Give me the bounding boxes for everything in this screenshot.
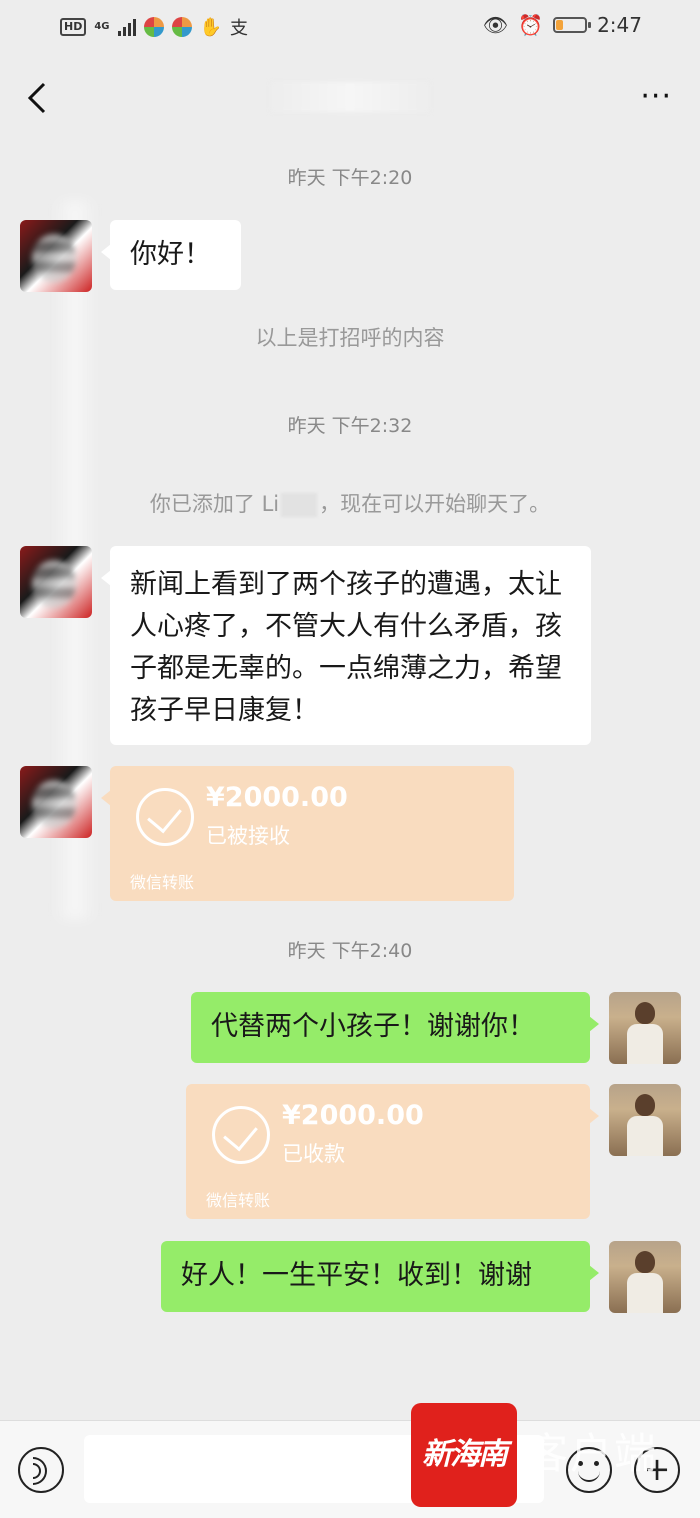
- hd-badge: HD: [60, 18, 87, 36]
- more-options-button[interactable]: ···: [640, 82, 672, 112]
- avatar-sender[interactable]: [20, 546, 92, 618]
- check-circle-icon: [136, 788, 194, 846]
- transfer-card-self[interactable]: ¥2000.00 已收款 微信转账: [186, 1084, 599, 1219]
- avatar-self[interactable]: [609, 992, 681, 1064]
- alarm-icon: ⏰: [518, 13, 544, 37]
- transfer-status: 已被接收: [206, 824, 290, 848]
- battery-fill: [556, 20, 564, 30]
- avatar-head: [635, 1094, 655, 1116]
- system-text-prefix: 你已添加了 Li: [149, 492, 280, 516]
- chat-title-redacted: [270, 82, 430, 112]
- system-message: 以上是打招呼的内容: [255, 326, 445, 350]
- transfer-card[interactable]: ¥2000.00 已被接收 微信转账: [101, 766, 514, 901]
- transfer-amount: ¥2000.00: [206, 782, 348, 813]
- alipay-icon: 支: [229, 18, 248, 39]
- system-message-added: 你已添加了 Li ，现在可以开始聊天了。: [0, 488, 700, 518]
- avatar-body: [627, 1273, 663, 1313]
- chat-header: ···: [0, 56, 700, 140]
- avatar-body: [627, 1116, 663, 1156]
- transfer-amount: ¥2000.00: [282, 1100, 424, 1131]
- transfer-footer: 微信转账: [130, 873, 195, 892]
- battery-icon: [553, 17, 592, 33]
- message-bubble[interactable]: 你好！: [101, 220, 241, 290]
- network-type: 4G: [94, 21, 110, 32]
- redacted-name: [281, 493, 318, 517]
- message-bubble-self[interactable]: 代替两个小孩子！谢谢你！: [191, 992, 599, 1063]
- avatar-head: [635, 1251, 655, 1273]
- status-left: HD 4G ✋ 支: [60, 14, 248, 40]
- avatar-sender[interactable]: [20, 220, 92, 292]
- eye-icon: 👁: [482, 13, 509, 37]
- check-circle-icon: [212, 1106, 270, 1164]
- system-text-suffix: ，现在可以开始聊天了。: [319, 492, 551, 516]
- timestamp: 昨天 下午2:40: [287, 940, 413, 962]
- avatar-head: [635, 1002, 655, 1024]
- avatar-sender[interactable]: [20, 766, 92, 838]
- message-bubble-self[interactable]: 好人！一生平安！收到！谢谢: [161, 1241, 599, 1312]
- status-bar: HD 4G ✋ 支 👁 ⏰ 2:47: [0, 0, 700, 56]
- message-bubble[interactable]: 新闻上看到了两个孩子的遭遇，太让人心疼了，不管大人有什么矛盾，孩子都是无辜的。一…: [101, 546, 591, 745]
- app-notification-icon: [171, 17, 192, 37]
- hand-icon: ✋: [199, 16, 222, 38]
- chevron-left-icon[interactable]: [20, 78, 60, 118]
- avatar-self[interactable]: [609, 1241, 681, 1313]
- news-logo: 新海南: [411, 1403, 517, 1507]
- transfer-footer: 微信转账: [206, 1191, 271, 1210]
- voice-icon[interactable]: [18, 1447, 64, 1493]
- transfer-status: 已收款: [282, 1142, 345, 1166]
- avatar-body: [627, 1024, 663, 1064]
- watermark-text: 客户端: [526, 1429, 659, 1478]
- timestamp: 昨天 下午2:20: [287, 167, 413, 189]
- avatar-self[interactable]: [609, 1084, 681, 1156]
- status-right: 👁 ⏰ 2:47: [483, 13, 642, 37]
- timestamp: 昨天 下午2:32: [287, 415, 413, 437]
- clock: 2:47: [597, 13, 642, 37]
- signal-icon: [117, 18, 136, 36]
- app-notification-icon: [143, 17, 164, 37]
